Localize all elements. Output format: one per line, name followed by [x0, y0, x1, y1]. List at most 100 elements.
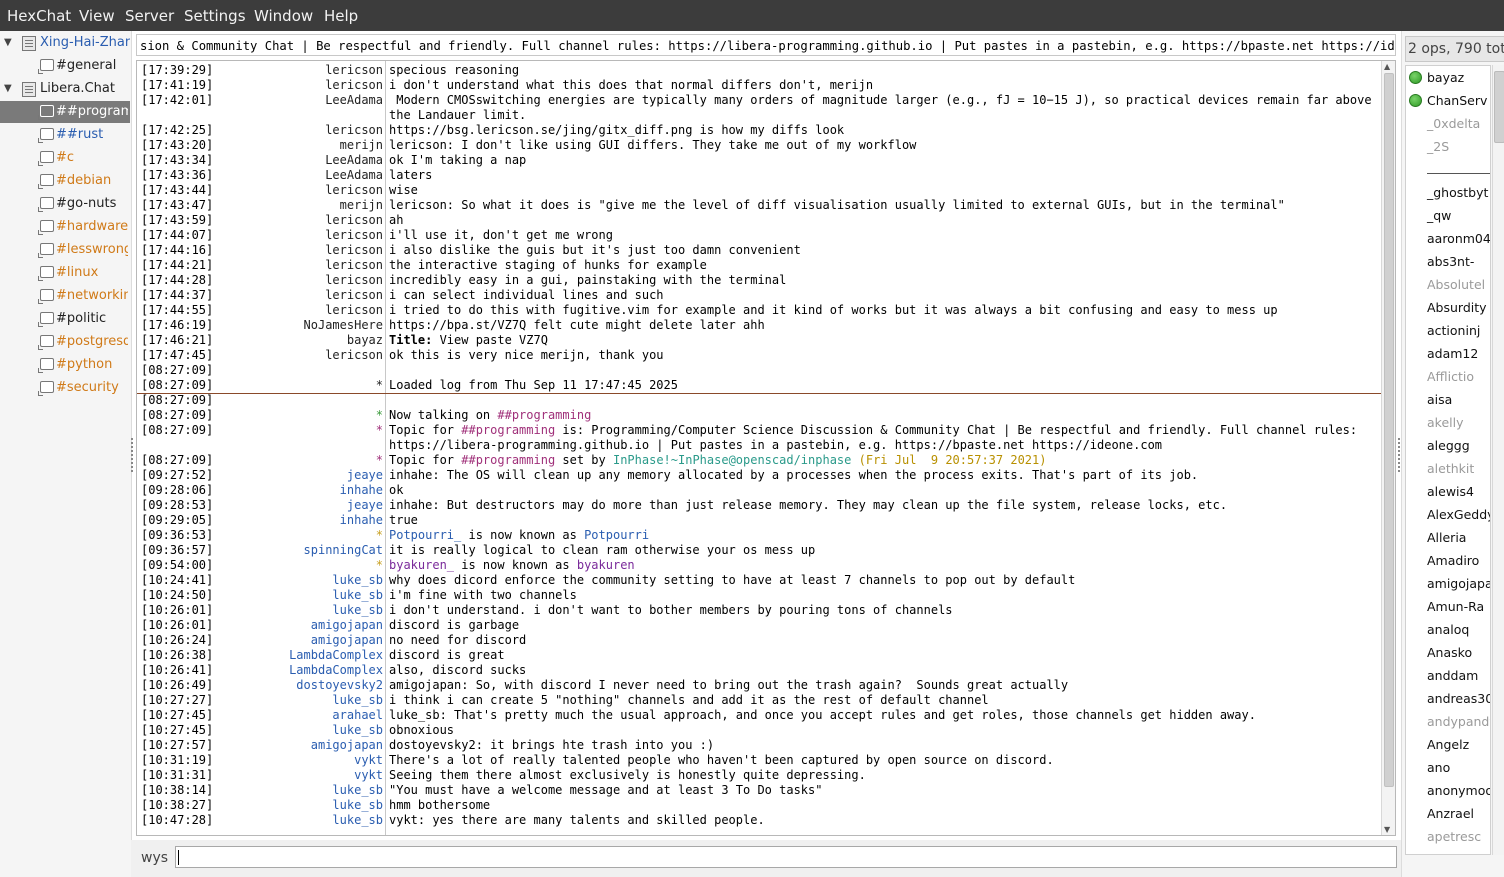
- nick[interactable]: amigojapan: [237, 618, 383, 633]
- nick[interactable]: luke_sb: [237, 813, 383, 828]
- user-item[interactable]: amigojapa: [1406, 572, 1490, 595]
- nick[interactable]: jeaye: [237, 468, 383, 483]
- user-item[interactable]: andypandy: [1406, 710, 1490, 733]
- tree-channel[interactable]: #hardware: [0, 216, 130, 238]
- user-item[interactable]: AlexGeddy: [1406, 503, 1490, 526]
- user-item[interactable]: aleggg: [1406, 434, 1490, 457]
- scroll-up-arrow-icon[interactable]: ▲: [1384, 62, 1390, 71]
- user-item[interactable]: _2S: [1406, 135, 1490, 158]
- tree-channel[interactable]: #postgresql: [0, 331, 130, 353]
- menu-hexchat[interactable]: HexChat: [7, 7, 71, 25]
- user-item[interactable]: [1406, 158, 1490, 181]
- tree-channel[interactable]: #go-nuts: [0, 193, 130, 215]
- user-item[interactable]: andreas30: [1406, 687, 1490, 710]
- user-list-scrollbar[interactable]: [1492, 65, 1504, 855]
- nick[interactable]: lericson: [237, 63, 383, 78]
- nick[interactable]: amigojapan: [237, 738, 383, 753]
- nick[interactable]: LambdaComplex: [237, 663, 383, 678]
- user-item[interactable]: anonymoos: [1406, 779, 1490, 802]
- user-item[interactable]: Anzrael: [1406, 802, 1490, 825]
- nick[interactable]: luke_sb: [237, 693, 383, 708]
- user-item[interactable]: bayaz: [1406, 66, 1490, 89]
- user-item[interactable]: akelly: [1406, 411, 1490, 434]
- nick[interactable]: dostoyevsky2: [237, 678, 383, 693]
- nick[interactable]: amigojapan: [237, 633, 383, 648]
- tree-server[interactable]: ▼ Xing-Hai-Zhan: [0, 32, 130, 54]
- nick[interactable]: merijn: [237, 138, 383, 153]
- user-item[interactable]: _qw: [1406, 204, 1490, 227]
- user-item[interactable]: Absurdity: [1406, 296, 1490, 319]
- nick[interactable]: lericson: [237, 303, 383, 318]
- user-item[interactable]: Amun-Ra: [1406, 595, 1490, 618]
- menu-help[interactable]: Help: [324, 7, 358, 25]
- user-list[interactable]: bayaz ChanServ _0xdelta _2S _ghostbyt _qw aaro…: [1405, 65, 1491, 855]
- user-item[interactable]: apetresc: [1406, 825, 1490, 848]
- nick-button[interactable]: wys: [141, 850, 168, 866]
- chat-scrollbar[interactable]: ▲ ▼: [1381, 61, 1395, 835]
- nick[interactable]: luke_sb: [237, 798, 383, 813]
- user-item[interactable]: aaronm04: [1406, 227, 1490, 250]
- nick[interactable]: bayaz: [237, 333, 383, 348]
- nick[interactable]: arahael: [237, 708, 383, 723]
- tree-channel[interactable]: #networking: [0, 285, 130, 307]
- expander-arrow-icon[interactable]: ▼: [4, 78, 12, 100]
- user-item[interactable]: Alleria: [1406, 526, 1490, 549]
- nick[interactable]: luke_sb: [237, 573, 383, 588]
- nick[interactable]: luke_sb: [237, 723, 383, 738]
- nick[interactable]: lericson: [237, 273, 383, 288]
- nick[interactable]: vykt: [237, 753, 383, 768]
- scroll-down-arrow-icon[interactable]: ▼: [1384, 825, 1390, 834]
- nick[interactable]: lericson: [237, 123, 383, 138]
- nick[interactable]: merijn: [237, 198, 383, 213]
- nick[interactable]: vykt: [237, 768, 383, 783]
- user-item[interactable]: adam12: [1406, 342, 1490, 365]
- user-item[interactable]: Absolutel: [1406, 273, 1490, 296]
- menu-settings[interactable]: Settings: [184, 7, 246, 25]
- menu-server[interactable]: Server: [125, 7, 174, 25]
- nick[interactable]: LeeAdama: [237, 153, 383, 168]
- user-item[interactable]: Afflictio: [1406, 365, 1490, 388]
- user-item[interactable]: Amadiro: [1406, 549, 1490, 572]
- nick[interactable]: lericson: [237, 258, 383, 273]
- menu-window[interactable]: Window: [254, 7, 313, 25]
- nick[interactable]: NoJamesHere: [237, 318, 383, 333]
- tree-channel[interactable]: #c: [0, 147, 130, 169]
- chat-scroll-thumb[interactable]: [1384, 73, 1394, 787]
- nick[interactable]: spinningCat: [237, 543, 383, 558]
- user-item[interactable]: alethkit: [1406, 457, 1490, 480]
- tree-channel[interactable]: ##programming: [0, 101, 130, 123]
- topic-bar[interactable]: sion & Community Chat | Be respectful an…: [136, 34, 1396, 56]
- tree-channel[interactable]: #general: [0, 55, 130, 77]
- menu-view[interactable]: View: [79, 7, 115, 25]
- nick[interactable]: LambdaComplex: [237, 648, 383, 663]
- nick[interactable]: luke_sb: [237, 603, 383, 618]
- user-item[interactable]: Anasko: [1406, 641, 1490, 664]
- expander-arrow-icon[interactable]: ▼: [4, 32, 12, 54]
- nick[interactable]: lericson: [237, 228, 383, 243]
- tree-channel[interactable]: #lesswrong: [0, 239, 130, 261]
- user-item[interactable]: actioninj: [1406, 319, 1490, 342]
- user-item[interactable]: aisa: [1406, 388, 1490, 411]
- user-item[interactable]: alewis4: [1406, 480, 1490, 503]
- user-item[interactable]: _0xdelta: [1406, 112, 1490, 135]
- tree-channel[interactable]: ##rust: [0, 124, 130, 146]
- user-item[interactable]: Angelz: [1406, 733, 1490, 756]
- message-input[interactable]: [175, 846, 1397, 868]
- tree-server[interactable]: ▼ Libera.Chat: [0, 78, 130, 100]
- nick[interactable]: jeaye: [237, 498, 383, 513]
- left-pane-resize-grip[interactable]: [131, 438, 136, 472]
- nick[interactable]: LeeAdama: [237, 168, 383, 183]
- tree-channel[interactable]: #debian: [0, 170, 130, 192]
- nick[interactable]: luke_sb: [237, 783, 383, 798]
- user-item[interactable]: ano: [1406, 756, 1490, 779]
- user-item[interactable]: _ghostbyt: [1406, 181, 1490, 204]
- nick[interactable]: lericson: [237, 78, 383, 93]
- user-item[interactable]: anddam: [1406, 664, 1490, 687]
- tree-channel[interactable]: #security: [0, 377, 130, 399]
- user-item[interactable]: analoq: [1406, 618, 1490, 641]
- nick[interactable]: inhahe: [237, 513, 383, 528]
- tree-channel[interactable]: #python: [0, 354, 130, 376]
- nick[interactable]: lericson: [237, 213, 383, 228]
- nick[interactable]: lericson: [237, 183, 383, 198]
- tree-channel[interactable]: #politic: [0, 308, 130, 330]
